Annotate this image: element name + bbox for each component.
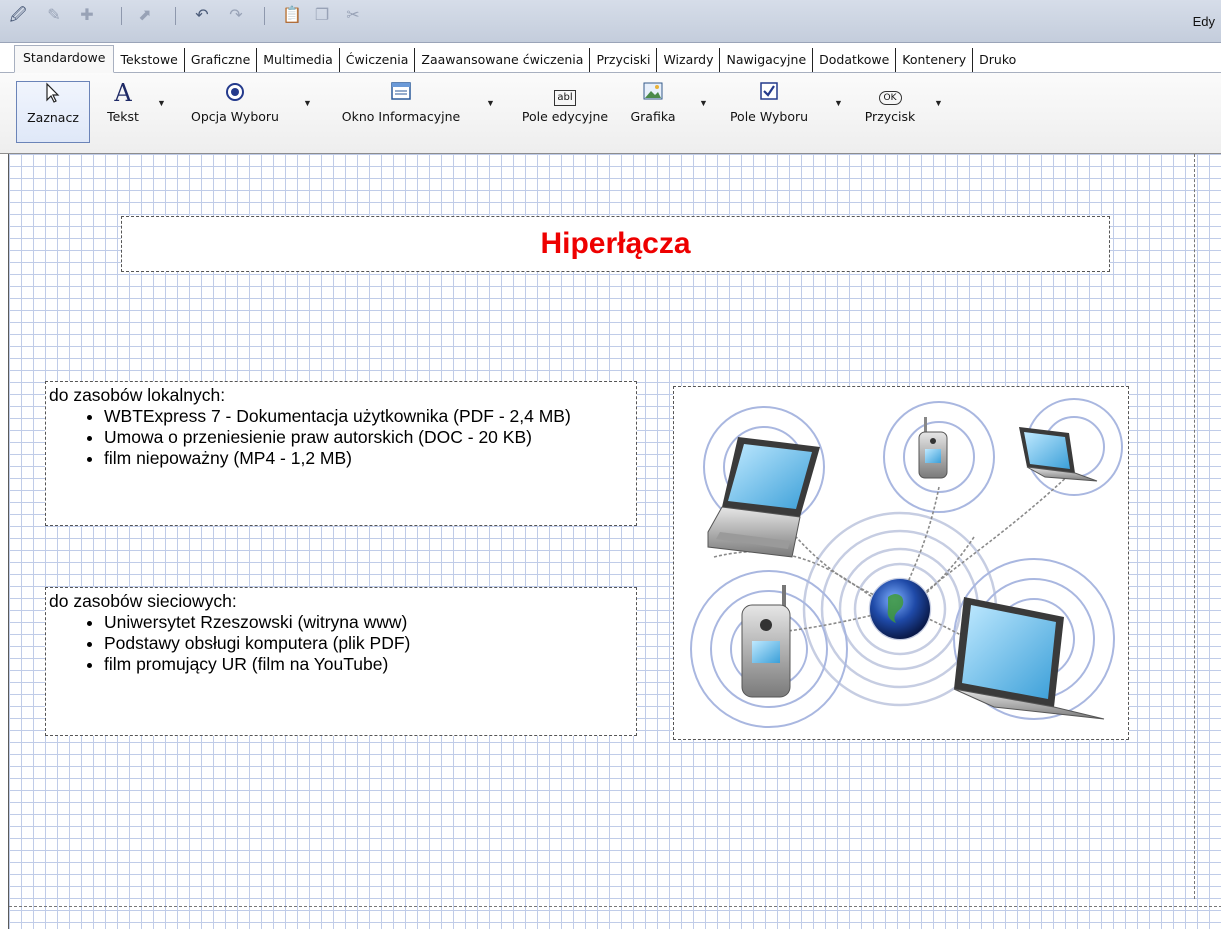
tab-dodatkowe[interactable]: Dodatkowe xyxy=(813,48,897,72)
page-guide-vertical xyxy=(1194,154,1195,899)
slide-title: Hiperłącza xyxy=(540,227,691,260)
tool-ribbon: Zaznacz A Tekst ▼ Opcja Wyboru ▼ Okno In… xyxy=(0,73,1221,154)
text-icon: A xyxy=(114,79,132,107)
pole-wyboru-dropdown-icon[interactable]: ▼ xyxy=(834,98,843,108)
checkbox-icon xyxy=(718,81,820,105)
tool-zaznacz[interactable]: Zaznacz xyxy=(16,81,90,143)
add-icon[interactable]: ✚ xyxy=(78,7,96,25)
tool-przycisk[interactable]: OK Przycisk xyxy=(854,81,926,141)
tab-strip: Standardowe Tekstowe Graficzne Multimedi… xyxy=(0,44,1221,73)
slide-title-box[interactable]: Hiperłącza xyxy=(121,216,1110,272)
local-resources-box[interactable]: do zasobów lokalnych: WBTExpress 7 - Dok… xyxy=(45,381,637,526)
button-icon: OK xyxy=(854,81,926,105)
opcja-dropdown-icon[interactable]: ▼ xyxy=(303,98,312,108)
grafika-dropdown-icon[interactable]: ▼ xyxy=(699,98,708,108)
tool-pole-wyboru[interactable]: Pole Wyboru xyxy=(718,81,820,141)
tool-label: Opcja Wyboru xyxy=(191,109,279,124)
undo-icon[interactable]: ↶ xyxy=(193,7,211,25)
image-icon xyxy=(626,81,680,105)
tool-label: Zaznacz xyxy=(27,110,79,125)
edit-icon[interactable]: ✎ xyxy=(45,7,63,25)
slide-canvas[interactable]: Hiperłącza do zasobów lokalnych: WBTExpr… xyxy=(8,154,1221,929)
radio-icon xyxy=(176,81,294,105)
tool-label: Przycisk xyxy=(864,109,916,124)
edit-mode-icon[interactable]: 🖉 xyxy=(9,7,27,25)
command-bar: 🖉 ✎ ✚ ⬈ ↶ ↷ 📋 ❐ ✂ Edy xyxy=(0,0,1221,43)
network-resources-heading: do zasobów sieciowych: xyxy=(49,591,237,611)
cut-icon[interactable]: ✂ xyxy=(344,7,362,25)
tool-grafika[interactable]: Grafika xyxy=(626,81,680,141)
local-resources-heading: do zasobów lokalnych: xyxy=(49,385,226,405)
edit-field-icon: abl xyxy=(504,81,626,106)
toolbar-separator xyxy=(264,7,265,25)
tab-nawigacyjne[interactable]: Nawigacyjne xyxy=(720,48,814,72)
tool-label: Pole Wyboru xyxy=(729,109,809,124)
info-window-icon xyxy=(326,81,476,105)
copy-icon[interactable]: ❐ xyxy=(313,7,331,25)
pointer-icon xyxy=(17,82,89,106)
przycisk-dropdown-icon[interactable]: ▼ xyxy=(934,98,943,108)
tab-standardowe[interactable]: Standardowe xyxy=(14,45,115,73)
network-link-youtube[interactable]: film promujący UR (film na YouTube) xyxy=(104,654,636,675)
network-illustration-icon xyxy=(690,398,1123,728)
page-guide-horizontal xyxy=(9,906,1221,907)
okno-dropdown-icon[interactable]: ▼ xyxy=(486,98,495,108)
tab-przyciski[interactable]: Przyciski xyxy=(590,48,658,72)
tool-label: Tekst xyxy=(107,109,139,124)
local-link-doc[interactable]: Umowa o przeniesienie praw autorskich (D… xyxy=(104,427,636,448)
redo-icon[interactable]: ↷ xyxy=(227,7,245,25)
tab-kontenery[interactable]: Kontenery xyxy=(896,48,974,72)
network-link-pdf[interactable]: Podstawy obsługi komputera (plik PDF) xyxy=(104,633,636,654)
local-resources-list: WBTExpress 7 - Dokumentacja użytkownika … xyxy=(46,406,636,469)
tab-multimedia[interactable]: Multimedia xyxy=(257,48,340,72)
toolbar-separator xyxy=(175,7,176,25)
export-icon[interactable]: ⬈ xyxy=(136,7,154,25)
tab-druko[interactable]: Druko xyxy=(973,48,1022,72)
tool-label: Pole edycyjne xyxy=(521,109,609,124)
tab-wizardy[interactable]: Wizardy xyxy=(657,48,721,72)
edit-menu-label[interactable]: Edy xyxy=(1193,14,1215,29)
tool-okno-informacyjne[interactable]: Okno Informacyjne xyxy=(326,81,476,141)
paste-icon[interactable]: 📋 xyxy=(282,7,302,25)
network-link-www[interactable]: Uniwersytet Rzeszowski (witryna www) xyxy=(104,612,636,633)
tab-graficzne[interactable]: Graficzne xyxy=(185,48,258,72)
tool-label: Okno Informacyjne xyxy=(341,109,461,124)
local-link-pdf[interactable]: WBTExpress 7 - Dokumentacja użytkownika … xyxy=(104,406,636,427)
tab-tekstowe[interactable]: Tekstowe xyxy=(114,48,185,72)
tekst-dropdown-icon[interactable]: ▼ xyxy=(157,98,166,108)
network-image-box[interactable] xyxy=(673,386,1129,740)
tool-opcja-wyboru[interactable]: Opcja Wyboru xyxy=(176,81,294,141)
network-resources-box[interactable]: do zasobów sieciowych: Uniwersytet Rzesz… xyxy=(45,587,637,736)
local-link-mp4[interactable]: film niepoważny (MP4 - 1,2 MB) xyxy=(104,448,636,469)
tab-zaawansowane-cwiczenia[interactable]: Zaawansowane ćwiczenia xyxy=(415,48,591,72)
tool-tekst[interactable]: A Tekst xyxy=(96,81,150,141)
network-resources-list: Uniwersytet Rzeszowski (witryna www) Pod… xyxy=(46,612,636,675)
tab-cwiczenia[interactable]: Ćwiczenia xyxy=(340,48,416,72)
tool-pole-edycyjne[interactable]: abl Pole edycyjne xyxy=(504,81,626,141)
tool-label: Grafika xyxy=(630,109,676,124)
toolbar-separator xyxy=(121,7,122,25)
